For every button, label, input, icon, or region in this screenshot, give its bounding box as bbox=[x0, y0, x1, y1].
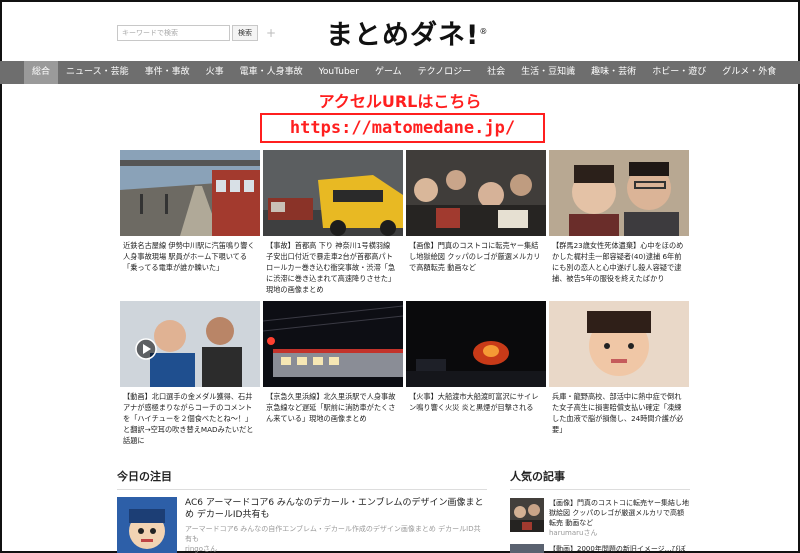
article-thumbnail bbox=[263, 150, 403, 236]
article-thumbnail bbox=[549, 150, 689, 236]
nav-item-gourmet[interactable]: グルメ・外食 bbox=[714, 61, 784, 84]
popular-section: 人気の記事 【画像】門真のコストコに転売ヤー集結し地獄絵図 クッパのレゴが厳選メ… bbox=[510, 468, 690, 553]
article-thumbnail bbox=[263, 301, 403, 387]
nav-item-society[interactable]: 社会 bbox=[479, 61, 513, 84]
article-thumbnail bbox=[549, 301, 689, 387]
nav-item-hobby-art[interactable]: 趣味・芸術 bbox=[583, 61, 644, 84]
site-logo[interactable]: まとめダネ!® bbox=[326, 13, 488, 52]
popular-author: harumaruさん bbox=[549, 529, 598, 537]
article-title: 【火事】大船渡市大船渡町富沢にサイレン鳴り響く火災 炎と黒煙が目撃される bbox=[409, 392, 539, 412]
featured-description: アーマードコア6 みんなの自作エンブレム・デカール作成のデザイン画像まとめ デカ… bbox=[185, 525, 481, 543]
category-nav: 総合 ニュース・芸能 事件・事故 火事 電車・人身事故 YouTuber ゲーム… bbox=[0, 61, 800, 84]
plus-icon[interactable]: + bbox=[266, 26, 276, 40]
promo-title: アクセルURLはこちら bbox=[318, 92, 482, 111]
article-card[interactable]: 【動画】北口選手の金メダル獲得、石井アナが感極まりながらコーチのコメントを「ハイ… bbox=[120, 301, 260, 455]
featured-title: AC6 アーマードコア6 みんなのデカール・エンブレムのデザイン画像まとめ デカ… bbox=[185, 498, 484, 520]
nav-item-hobby-play[interactable]: ホビー・遊び bbox=[644, 61, 714, 84]
article-card[interactable]: 【火事】大船渡市大船渡町富沢にサイレン鳴り響く火災 炎と黒煙が目撃される bbox=[406, 301, 546, 455]
search-bar: 検索 + bbox=[117, 25, 276, 41]
article-title: 【群馬23歳女性死体遺棄】心中をほのめかした梶村圭一郎容疑者(40)逮捕 6年前… bbox=[552, 241, 684, 283]
article-card[interactable]: 兵庫・龍野高校、部活中に熱中症で倒れた女子高生に損害賠償支払い確定「凍練した血液… bbox=[549, 301, 689, 455]
popular-item[interactable]: 【画像】門真のコストコに転売ヤー集結し地獄絵図 クッパのレゴが厳選メルカリで高額… bbox=[510, 498, 690, 538]
featured-author: ringoさん bbox=[185, 545, 217, 553]
nav-item-life[interactable]: 生活・豆知識 bbox=[513, 61, 583, 84]
nav-item-all[interactable]: 総合 bbox=[24, 61, 59, 84]
popular-thumbnail bbox=[510, 544, 544, 553]
nav-item-incidents[interactable]: 事件・事故 bbox=[137, 61, 198, 84]
article-thumbnail bbox=[406, 150, 546, 236]
article-card[interactable]: 近鉄名古屋線 伊勢中川駅に汽笛鳴り響く人身事故現場 駅員がホーム下覗いてる「乗っ… bbox=[120, 150, 260, 295]
popular-title: 【画像】門真のコストコに転売ヤー集結し地獄絵図 クッパのレゴが厳選メルカリで高額… bbox=[549, 499, 689, 527]
today-section: 今日の注目 AC6 アーマードコア6 みんなのデカール・エンブレムのデザイン画像… bbox=[117, 468, 487, 553]
search-input[interactable] bbox=[117, 25, 230, 41]
nav-item-news[interactable]: ニュース・芸能 bbox=[58, 61, 137, 84]
nav-item-train[interactable]: 電車・人身事故 bbox=[232, 61, 311, 84]
promo-url-link[interactable]: https://matomedane.jp/ bbox=[260, 113, 545, 143]
article-title: 兵庫・龍野高校、部活中に熱中症で倒れた女子高生に損害賠償支払い確定「凍練した血液… bbox=[552, 392, 684, 434]
article-card[interactable]: 【事故】首都高 下り 神奈川1号横羽線 子安出口付近で暴走車2台が首都高パトロー… bbox=[263, 150, 403, 295]
nav-item-technology[interactable]: テクノロジー bbox=[410, 61, 479, 84]
article-title: 【動画】北口選手の金メダル獲得、石井アナが感極まりながらコーチのコメントを「ハイ… bbox=[123, 392, 254, 445]
today-section-title: 今日の注目 bbox=[117, 468, 487, 490]
nav-item-youtuber[interactable]: YouTuber bbox=[311, 61, 367, 84]
registered-mark: ® bbox=[479, 27, 489, 36]
article-thumbnail bbox=[120, 150, 260, 236]
article-title: 近鉄名古屋線 伊勢中川駅に汽笛鳴り響く人身事故現場 駅員がホーム下覗いてる「乗っ… bbox=[123, 241, 255, 272]
popular-section-title: 人気の記事 bbox=[510, 468, 690, 490]
article-thumbnail bbox=[120, 301, 260, 387]
article-thumbnail bbox=[406, 301, 546, 387]
article-title: 【画像】門真のコストコに転売ヤー集結し地獄絵図 クッパのレゴが厳選メルカリで高額… bbox=[409, 241, 541, 272]
nav-item-fire[interactable]: 火事 bbox=[198, 61, 232, 84]
popular-title: 【動画】2000年問題の新旧イメージ…びぼ bbox=[549, 545, 686, 553]
article-title: 【京急久里浜線】北久里浜駅で人身事故 京急線など遅延「駅前に消防車がたくさん来て… bbox=[266, 392, 396, 423]
article-card[interactable]: 【画像】門真のコストコに転売ヤー集結し地獄絵図 クッパのレゴが厳選メルカリで高額… bbox=[406, 150, 546, 295]
article-title: 【事故】首都高 下り 神奈川1号横羽線 子安出口付近で暴走車2台が首都高パトロー… bbox=[266, 241, 396, 294]
featured-thumbnail bbox=[117, 497, 177, 553]
article-grid: 近鉄名古屋線 伊勢中川駅に汽笛鳴り響く人身事故現場 駅員がホーム下覗いてる「乗っ… bbox=[120, 150, 690, 455]
nav-item-game[interactable]: ゲーム bbox=[367, 61, 410, 84]
search-button[interactable]: 検索 bbox=[232, 25, 258, 41]
popular-thumbnail bbox=[510, 498, 544, 532]
article-card[interactable]: 【群馬23歳女性死体遺棄】心中をほのめかした梶村圭一郎容疑者(40)逮捕 6年前… bbox=[549, 150, 689, 295]
logo-text: まとめダネ! bbox=[326, 20, 480, 51]
featured-article[interactable]: AC6 アーマードコア6 みんなのデカール・エンブレムのデザイン画像まとめ デカ… bbox=[117, 497, 487, 553]
popular-item[interactable]: 【動画】2000年問題の新旧イメージ…びぼ bbox=[510, 544, 690, 553]
article-card[interactable]: 【京急久里浜線】北久里浜駅で人身事故 京急線など遅延「駅前に消防車がたくさん来て… bbox=[263, 301, 403, 455]
